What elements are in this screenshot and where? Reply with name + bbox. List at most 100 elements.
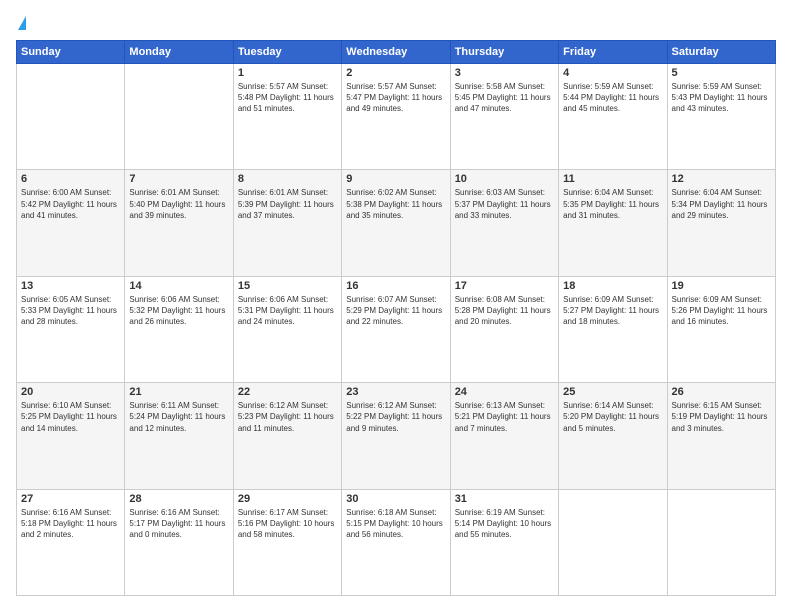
calendar-cell: 7Sunrise: 6:01 AM Sunset: 5:40 PM Daylig… [125,170,233,276]
day-number: 23 [346,386,445,398]
calendar-week-row: 27 Sunrise: 6:16 AM Sunset: 5:18 PM Dayli… [17,489,776,595]
calendar-cell: 2 Sunrise: 5:57 AM Sunset: 5:47 PM Daylig… [342,64,450,170]
day-info: Sunrise: 6:11 AM Sunset: 5:24 PM Dayligh… [129,400,228,434]
calendar-cell: 24 Sunrise: 6:13 AM Sunset: 5:21 PM Dayli… [450,383,558,489]
calendar-cell: 10 Sunrise: 6:03 AM Sunset: 5:37 PM Dayli… [450,170,558,276]
day-info: Sunrise: 5:59 AM Sunset: 5:43 PM Dayligh… [672,81,771,115]
day-number: 10 [455,173,554,185]
day-number: 2 [346,67,445,79]
calendar-cell: 25 Sunrise: 6:14 AM Sunset: 5:20 PM Dayli… [559,383,667,489]
day-number: 6 [21,173,120,185]
day-number: 17 [455,280,554,292]
day-number: 7 [129,173,228,185]
calendar-cell: 11 Sunrise: 6:04 AM Sunset: 5:35 PM Dayli… [559,170,667,276]
day-info: Sunrise: 6:01 AM Sunset: 5:39 PM Dayligh… [238,187,337,221]
day-info: Sunrise: 6:02 AM Sunset: 5:38 PM Dayligh… [346,187,445,221]
calendar-header-thursday: Thursday [450,41,558,64]
calendar-cell: 9 Sunrise: 6:02 AM Sunset: 5:38 PM Daylig… [342,170,450,276]
logo [16,16,26,30]
day-info: Sunrise: 6:03 AM Sunset: 5:37 PM Dayligh… [455,187,554,221]
day-number: 12 [672,173,771,185]
calendar-header-sunday: Sunday [17,41,125,64]
day-number: 5 [672,67,771,79]
calendar-week-row: 13 Sunrise: 6:05 AM Sunset: 5:33 PM Dayli… [17,276,776,382]
day-info: Sunrise: 6:16 AM Sunset: 5:18 PM Dayligh… [21,507,120,541]
day-info: Sunrise: 6:16 AM Sunset: 5:17 PM Dayligh… [129,507,228,541]
day-info: Sunrise: 6:08 AM Sunset: 5:28 PM Dayligh… [455,294,554,328]
day-info: Sunrise: 6:12 AM Sunset: 5:22 PM Dayligh… [346,400,445,434]
calendar-cell: 26Sunrise: 6:15 AM Sunset: 5:19 PM Dayli… [667,383,775,489]
day-info: Sunrise: 6:12 AM Sunset: 5:23 PM Dayligh… [238,400,337,434]
day-number: 20 [21,386,120,398]
day-info: Sunrise: 6:09 AM Sunset: 5:27 PM Dayligh… [563,294,662,328]
calendar-header-friday: Friday [559,41,667,64]
calendar-cell: 20 Sunrise: 6:10 AM Sunset: 5:25 PM Dayli… [17,383,125,489]
calendar-header-tuesday: Tuesday [233,41,341,64]
calendar-cell: 19 Sunrise: 6:09 AM Sunset: 5:26 PM Dayli… [667,276,775,382]
day-info: Sunrise: 5:59 AM Sunset: 5:44 PM Dayligh… [563,81,662,115]
day-info: Sunrise: 6:17 AM Sunset: 5:16 PM Dayligh… [238,507,337,541]
calendar-cell [559,489,667,595]
day-number: 25 [563,386,662,398]
calendar-cell [667,489,775,595]
day-info: Sunrise: 5:57 AM Sunset: 5:47 PM Dayligh… [346,81,445,115]
calendar-cell: 5 Sunrise: 5:59 AM Sunset: 5:43 PM Daylig… [667,64,775,170]
calendar-week-row: 1Sunrise: 5:57 AM Sunset: 5:48 PM Daylig… [17,64,776,170]
day-info: Sunrise: 6:04 AM Sunset: 5:35 PM Dayligh… [563,187,662,221]
day-info: Sunrise: 6:09 AM Sunset: 5:26 PM Dayligh… [672,294,771,328]
calendar-cell [17,64,125,170]
day-number: 24 [455,386,554,398]
calendar-cell: 1Sunrise: 5:57 AM Sunset: 5:48 PM Daylig… [233,64,341,170]
day-info: Sunrise: 6:19 AM Sunset: 5:14 PM Dayligh… [455,507,554,541]
calendar-header-monday: Monday [125,41,233,64]
day-info: Sunrise: 6:18 AM Sunset: 5:15 PM Dayligh… [346,507,445,541]
day-info: Sunrise: 6:04 AM Sunset: 5:34 PM Dayligh… [672,187,771,221]
day-number: 27 [21,493,120,505]
day-info: Sunrise: 5:57 AM Sunset: 5:48 PM Dayligh… [238,81,337,115]
day-info: Sunrise: 6:00 AM Sunset: 5:42 PM Dayligh… [21,187,120,221]
calendar-cell: 14Sunrise: 6:06 AM Sunset: 5:32 PM Dayli… [125,276,233,382]
calendar-cell: 3Sunrise: 5:58 AM Sunset: 5:45 PM Daylig… [450,64,558,170]
calendar-cell: 18 Sunrise: 6:09 AM Sunset: 5:27 PM Dayli… [559,276,667,382]
day-info: Sunrise: 6:07 AM Sunset: 5:29 PM Dayligh… [346,294,445,328]
calendar-cell: 13 Sunrise: 6:05 AM Sunset: 5:33 PM Dayli… [17,276,125,382]
calendar-cell: 22 Sunrise: 6:12 AM Sunset: 5:23 PM Dayli… [233,383,341,489]
logo-triangle-icon [18,16,26,30]
calendar-cell: 23 Sunrise: 6:12 AM Sunset: 5:22 PM Dayli… [342,383,450,489]
calendar-header-wednesday: Wednesday [342,41,450,64]
day-number: 8 [238,173,337,185]
day-info: Sunrise: 6:10 AM Sunset: 5:25 PM Dayligh… [21,400,120,434]
calendar-cell: 6 Sunrise: 6:00 AM Sunset: 5:42 PM Daylig… [17,170,125,276]
header [16,16,776,30]
calendar-week-row: 6 Sunrise: 6:00 AM Sunset: 5:42 PM Daylig… [17,170,776,276]
day-info: Sunrise: 6:13 AM Sunset: 5:21 PM Dayligh… [455,400,554,434]
day-number: 4 [563,67,662,79]
calendar-cell: 17 Sunrise: 6:08 AM Sunset: 5:28 PM Dayli… [450,276,558,382]
day-number: 3 [455,67,554,79]
day-number: 29 [238,493,337,505]
day-info: Sunrise: 6:05 AM Sunset: 5:33 PM Dayligh… [21,294,120,328]
calendar-header-row: SundayMondayTuesdayWednesdayThursdayFrid… [17,41,776,64]
day-info: Sunrise: 6:06 AM Sunset: 5:31 PM Dayligh… [238,294,337,328]
day-number: 15 [238,280,337,292]
day-number: 30 [346,493,445,505]
page: SundayMondayTuesdayWednesdayThursdayFrid… [0,0,792,612]
day-number: 18 [563,280,662,292]
calendar-cell: 30 Sunrise: 6:18 AM Sunset: 5:15 PM Dayli… [342,489,450,595]
day-number: 19 [672,280,771,292]
calendar-cell: 27 Sunrise: 6:16 AM Sunset: 5:18 PM Dayli… [17,489,125,595]
day-number: 9 [346,173,445,185]
day-info: Sunrise: 6:14 AM Sunset: 5:20 PM Dayligh… [563,400,662,434]
calendar-cell: 8 Sunrise: 6:01 AM Sunset: 5:39 PM Daylig… [233,170,341,276]
day-info: Sunrise: 6:15 AM Sunset: 5:19 PM Dayligh… [672,400,771,434]
day-number: 13 [21,280,120,292]
calendar: SundayMondayTuesdayWednesdayThursdayFrid… [16,40,776,596]
day-number: 22 [238,386,337,398]
day-number: 21 [129,386,228,398]
day-number: 16 [346,280,445,292]
calendar-cell: 15 Sunrise: 6:06 AM Sunset: 5:31 PM Dayli… [233,276,341,382]
day-number: 11 [563,173,662,185]
calendar-cell: 21 Sunrise: 6:11 AM Sunset: 5:24 PM Dayli… [125,383,233,489]
day-number: 14 [129,280,228,292]
calendar-cell [125,64,233,170]
